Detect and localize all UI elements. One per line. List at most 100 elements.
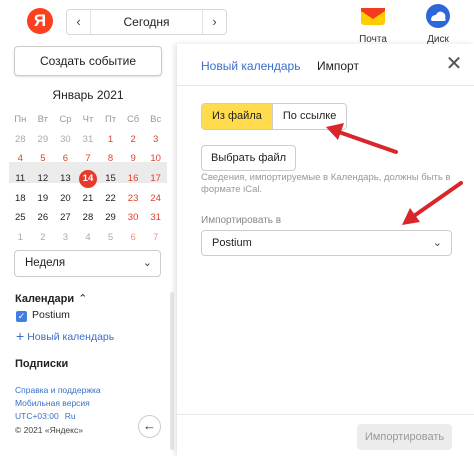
copyright-text: © 2021 «Яндекс» bbox=[15, 424, 83, 435]
calendar-day-number: 6 bbox=[130, 232, 136, 244]
calendar-day[interactable]: 2 bbox=[122, 130, 145, 150]
create-event-button[interactable]: Создать событие bbox=[14, 46, 162, 76]
calendar-day-number: 8 bbox=[107, 153, 114, 165]
calendar-day[interactable]: 15 bbox=[99, 169, 122, 189]
close-icon[interactable]: ✕ bbox=[443, 54, 465, 76]
today-button[interactable]: Сегодня bbox=[91, 10, 202, 34]
calendar-day[interactable]: 23 bbox=[122, 189, 145, 209]
calendar-day[interactable]: 10 bbox=[144, 149, 167, 169]
calendar-day[interactable]: 21 bbox=[77, 189, 100, 209]
import-target-select[interactable]: Postium ⌄ bbox=[201, 230, 452, 256]
calendar-day[interactable]: 30 bbox=[122, 208, 145, 228]
calendar-day[interactable]: 6 bbox=[122, 228, 145, 248]
calendar-day[interactable]: 5 bbox=[99, 228, 122, 248]
weekday-header-row: Пн Вт Ср Чт Пт Сб Вс bbox=[9, 110, 167, 130]
calendar-day[interactable]: 28 bbox=[9, 130, 32, 150]
sidebar-scrollbar[interactable] bbox=[170, 292, 174, 450]
calendar-day[interactable]: 26 bbox=[32, 208, 55, 228]
calendar-day[interactable]: 8 bbox=[99, 149, 122, 169]
new-calendar-link[interactable]: + Новый календарь bbox=[16, 328, 114, 344]
calendar-day[interactable]: 12 bbox=[32, 169, 55, 189]
calendar-day-number: 1 bbox=[17, 232, 23, 244]
prev-period-button[interactable]: ‹ bbox=[67, 10, 91, 34]
calendar-day[interactable]: 31 bbox=[77, 130, 100, 150]
calendar-day-number: 12 bbox=[37, 173, 49, 185]
calendar-day-today[interactable]: 14 bbox=[77, 169, 100, 189]
view-mode-value: Неделя bbox=[25, 257, 66, 269]
calendar-day-number: 26 bbox=[37, 212, 49, 224]
calendar-day-number: 18 bbox=[14, 192, 26, 204]
calendar-day[interactable]: 11 bbox=[9, 169, 32, 189]
calendar-item-postium[interactable]: ✓ Postium bbox=[16, 309, 70, 322]
calendar-day[interactable]: 22 bbox=[99, 189, 122, 209]
calendar-day[interactable]: 3 bbox=[144, 130, 167, 150]
support-link[interactable]: Справка и поддержка bbox=[15, 384, 101, 397]
calendar-day-number: 16 bbox=[127, 173, 139, 185]
calendar-day[interactable]: 18 bbox=[9, 189, 32, 209]
calendar-day[interactable]: 24 bbox=[144, 189, 167, 209]
calendar-day[interactable]: 16 bbox=[122, 169, 145, 189]
calendar-day[interactable]: 6 bbox=[54, 149, 77, 169]
calendar-day-number: 3 bbox=[62, 232, 69, 244]
choose-file-button[interactable]: Выбрать файл bbox=[201, 145, 297, 171]
calendar-day[interactable]: 20 bbox=[54, 189, 77, 209]
calendar-day[interactable]: 17 bbox=[144, 169, 167, 189]
import-button[interactable]: Импортировать bbox=[357, 424, 452, 450]
import-target-value: Postium bbox=[212, 237, 252, 249]
calendar-day-number: 25 bbox=[14, 212, 26, 224]
calendar-item-label: Postium bbox=[32, 309, 70, 321]
calendar-day[interactable]: 13 bbox=[54, 169, 77, 189]
tab-new-calendar[interactable]: Новый календарь bbox=[201, 59, 300, 73]
calendar-day[interactable]: 3 bbox=[54, 228, 77, 248]
calendar-day[interactable]: 7 bbox=[77, 149, 100, 169]
calendar-day[interactable]: 1 bbox=[99, 130, 122, 150]
calendar-day-number: 6 bbox=[62, 153, 69, 165]
calendar-day[interactable]: 7 bbox=[144, 228, 167, 248]
checkbox-checked-icon[interactable]: ✓ bbox=[16, 311, 27, 322]
calendar-day[interactable]: 31 bbox=[144, 208, 167, 228]
new-calendar-label: Новый календарь bbox=[27, 331, 115, 343]
calendar-day[interactable]: 27 bbox=[54, 208, 77, 228]
calendar-day[interactable]: 25 bbox=[9, 208, 32, 228]
sidebar: Создать событие Январь 2021 Пн Вт Ср Чт … bbox=[0, 44, 176, 456]
calendar-day[interactable]: 9 bbox=[122, 149, 145, 169]
disk-service-link[interactable]: Диск bbox=[418, 3, 458, 45]
calendars-section-title[interactable]: Календари ⌃ bbox=[15, 292, 87, 305]
tab-import[interactable]: Импорт bbox=[317, 59, 359, 73]
calendar-day[interactable]: 4 bbox=[77, 228, 100, 248]
calendar-day-number: 2 bbox=[40, 232, 46, 244]
calendar-day[interactable]: 28 bbox=[77, 208, 100, 228]
calendar-day[interactable]: 30 bbox=[54, 130, 77, 150]
calendar-day-number: 22 bbox=[105, 192, 116, 204]
view-mode-select[interactable]: Неделя ⌄ bbox=[14, 250, 161, 277]
calendar-day[interactable]: 19 bbox=[32, 189, 55, 209]
chevron-up-icon[interactable]: ⌃ bbox=[78, 293, 87, 305]
collapse-sidebar-button[interactable]: ← bbox=[138, 415, 161, 438]
calendar-day-number: 13 bbox=[60, 173, 71, 185]
calendar-day[interactable]: 4 bbox=[9, 149, 32, 169]
date-navigator: ‹ Сегодня › bbox=[66, 9, 227, 35]
calendar-day[interactable]: 2 bbox=[32, 228, 55, 248]
from-file-option[interactable]: Из файла bbox=[202, 104, 272, 129]
calendar-day-number: 7 bbox=[85, 153, 91, 165]
timezone-lang-row: UTC+03:00 Ru bbox=[15, 410, 101, 423]
mail-service-link[interactable]: Почта bbox=[353, 3, 393, 45]
by-link-option[interactable]: По ссылке bbox=[271, 104, 347, 129]
calendar-day-number: 30 bbox=[127, 212, 139, 224]
calendar-day[interactable]: 5 bbox=[32, 149, 55, 169]
calendars-title-label: Календари bbox=[15, 293, 75, 305]
language-link[interactable]: Ru bbox=[65, 411, 76, 421]
mail-envelope-icon bbox=[361, 8, 385, 25]
subscriptions-section-title[interactable]: Подписки bbox=[15, 358, 68, 370]
mobile-version-link[interactable]: Мобильная версия bbox=[15, 397, 101, 410]
plus-icon: + bbox=[16, 328, 25, 344]
calendar-day[interactable]: 29 bbox=[32, 130, 55, 150]
calendar-day[interactable]: 1 bbox=[9, 228, 32, 248]
yandex-logo[interactable]: Я bbox=[27, 8, 53, 34]
calendar-day[interactable]: 29 bbox=[99, 208, 122, 228]
calendar-day-number: 4 bbox=[85, 232, 91, 244]
timezone-link[interactable]: UTC+03:00 bbox=[15, 411, 59, 421]
mini-calendar: Пн Вт Ср Чт Пт Сб Вс 28 29 30 31 1 2 3 4 5 6 7 8 9 10… bbox=[9, 110, 167, 248]
calendar-day-number: 1 bbox=[107, 133, 114, 145]
next-period-button[interactable]: › bbox=[202, 10, 226, 34]
